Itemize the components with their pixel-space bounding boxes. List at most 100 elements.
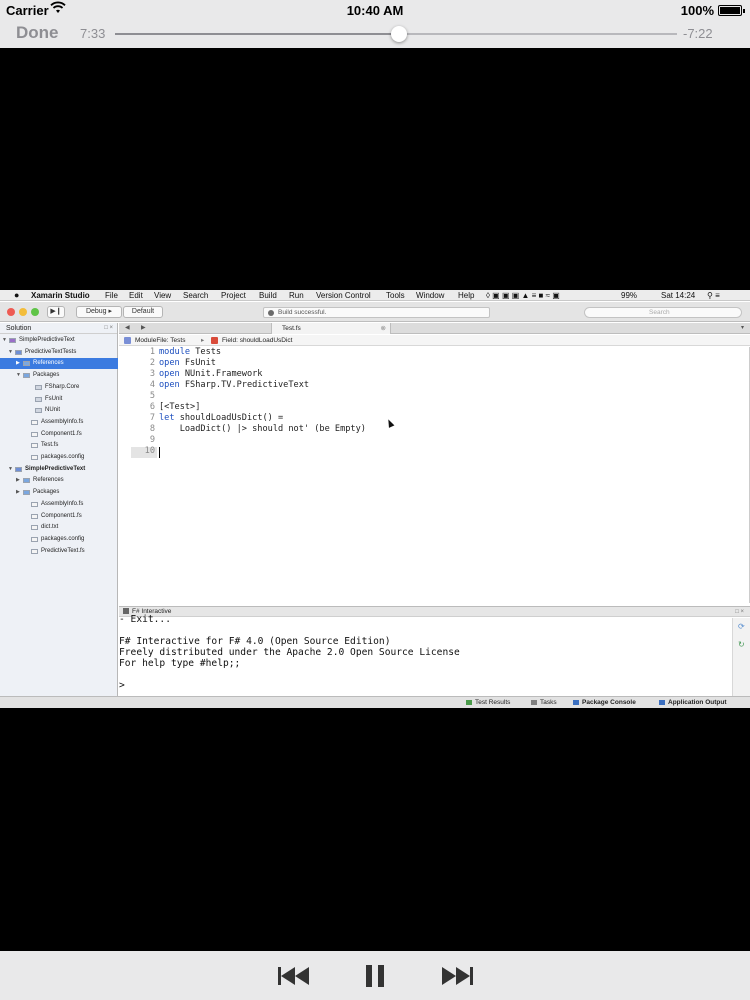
tree-item-label: packages.config xyxy=(41,454,85,460)
package-console-pad-button[interactable]: Package Console xyxy=(573,697,636,708)
spotlight-icon[interactable]: ⚲ ≡ xyxy=(707,291,720,300)
progress-thumb[interactable] xyxy=(391,26,408,42)
tree-item[interactable]: Component1.fs xyxy=(0,429,118,440)
menu-file[interactable]: File xyxy=(105,291,118,300)
folder-icon xyxy=(23,361,30,367)
expand-arrow-icon[interactable]: ▼ xyxy=(16,370,21,381)
menu-build[interactable]: Build xyxy=(259,291,277,300)
package-icon xyxy=(35,408,42,414)
menu-run[interactable]: Run xyxy=(289,291,304,300)
tree-item[interactable]: PredictiveText.fs xyxy=(0,546,118,557)
menu-search[interactable]: Search xyxy=(183,291,208,300)
collapse-arrow-icon[interactable]: ▶ xyxy=(16,475,20,486)
application-output-pad-button[interactable]: Application Output xyxy=(659,697,727,708)
code-text: open FsUnit xyxy=(159,358,216,368)
fsi-line: > xyxy=(119,680,125,691)
fsi-clear-icon[interactable]: ⟳ xyxy=(738,622,745,631)
menu-version-control[interactable]: Version Control xyxy=(316,291,371,300)
fsi-pad-controls[interactable]: □ × xyxy=(735,607,744,617)
code-editor[interactable]: 1 module Tests 2 open FsUnit 3 open NUnit.Fra… xyxy=(119,347,750,603)
menu-edit[interactable]: Edit xyxy=(129,291,143,300)
remaining-time: -7:22 xyxy=(683,26,713,41)
app-name: Xamarin Studio xyxy=(31,291,90,300)
code-text: LoadDict() |> should not' (be Empty) xyxy=(159,424,366,434)
tree-item[interactable]: ▶ Packages xyxy=(0,487,118,498)
code-text: open NUnit.Framework xyxy=(159,369,263,379)
tree-item[interactable]: dict.txt xyxy=(0,522,118,533)
expand-arrow-icon[interactable]: ▼ xyxy=(8,464,13,475)
tree-item-label: Packages xyxy=(33,489,60,496)
fast-forward-icon[interactable] xyxy=(440,963,474,989)
tree-item[interactable]: AssemblyInfo.fs xyxy=(0,417,118,428)
collapse-arrow-icon[interactable]: ▶ xyxy=(16,358,20,369)
tree-item[interactable]: ▶ References xyxy=(0,358,118,370)
config-selector[interactable]: Debug ▸ xyxy=(76,306,122,318)
rewind-icon[interactable] xyxy=(277,963,311,989)
target-selector[interactable]: Default xyxy=(123,306,163,318)
tree-item[interactable]: Test.fs xyxy=(0,440,118,451)
menu-project[interactable]: Project xyxy=(221,291,246,300)
nav-back-icon[interactable]: ◀ xyxy=(125,324,130,331)
tray-icons: ◊ ▣ ▣ ▣ ▲ ≡ ■ ≈ ▣ xyxy=(486,291,560,300)
pause-icon[interactable] xyxy=(364,963,386,989)
tree-item-label: NUnit xyxy=(45,407,61,414)
fsi-line: Freely distributed under the Apache 2.0 … xyxy=(119,647,460,658)
tasks-pad-button[interactable]: Tasks xyxy=(531,697,557,708)
fsi-reset-icon[interactable]: ↻ xyxy=(738,640,745,649)
package-icon xyxy=(35,384,42,390)
tree-item[interactable]: ▼ SimplePredictiveText xyxy=(0,335,118,346)
tree-item-label: packages.config xyxy=(41,535,85,542)
apple-icon: ● xyxy=(14,290,20,300)
breadcrumb: ModuleFile: Tests ▸ Field: shouldLoadUsD… xyxy=(119,335,750,346)
battery-percent: 100% xyxy=(680,3,714,18)
tree-item[interactable]: Component1.fs xyxy=(0,511,118,522)
breadcrumb-field[interactable]: Field: shouldLoadUsDict xyxy=(222,335,292,346)
menu-view[interactable]: View xyxy=(154,291,171,300)
solution-icon xyxy=(9,338,16,343)
tree-item[interactable]: ▼ Packages xyxy=(0,370,118,381)
file-icon xyxy=(31,525,38,531)
tab-close-icon[interactable]: ⊗ xyxy=(381,323,386,334)
test-results-pad-button[interactable]: Test Results xyxy=(466,697,510,708)
expand-arrow-icon[interactable]: ▼ xyxy=(8,347,13,358)
close-window-icon[interactable] xyxy=(7,308,15,316)
tree-item[interactable]: ▼ PredictiveTextTests xyxy=(0,347,118,358)
progress-fill xyxy=(115,33,400,35)
menu-help[interactable]: Help xyxy=(458,291,474,300)
nav-forward-icon[interactable]: ▶ xyxy=(141,324,146,331)
collapse-arrow-icon[interactable]: ▶ xyxy=(16,487,20,498)
run-button[interactable]: ▶❙ xyxy=(47,306,65,318)
tree-item[interactable]: NUnit xyxy=(0,405,118,416)
tab-test-fs[interactable]: Test.fs ⊗ xyxy=(271,323,391,334)
playback-controls xyxy=(0,951,750,1000)
solution-pad-title: Solution xyxy=(6,325,32,332)
progress-slider[interactable] xyxy=(115,26,677,42)
tree-item[interactable]: FSharp.Core xyxy=(0,382,118,393)
tree-item[interactable]: packages.config xyxy=(0,534,118,545)
tree-item[interactable]: FsUnit xyxy=(0,394,118,405)
package-console-label: Package Console xyxy=(582,699,636,706)
breadcrumb-module[interactable]: ModuleFile: Tests xyxy=(135,335,185,346)
tray-clock: Sat 14:24 xyxy=(661,291,696,300)
tree-item[interactable]: ▶ References xyxy=(0,475,118,486)
folder-icon xyxy=(23,373,30,379)
fsi-pad-header: F# Interactive □ × xyxy=(119,606,750,617)
tree-item[interactable]: AssemblyInfo.fs xyxy=(0,499,118,510)
solution-pad-header: Solution □ × xyxy=(0,323,117,334)
expand-arrow-icon[interactable]: ▼ xyxy=(2,335,7,346)
tab-overflow-icon[interactable]: ▾ xyxy=(741,324,744,331)
code-line: 5 xyxy=(119,391,719,402)
tray-battery: 99% xyxy=(621,291,638,300)
menu-window[interactable]: Window xyxy=(416,291,444,300)
tree-item[interactable]: ▼ SimplePredictiveText xyxy=(0,464,118,475)
line-number: 9 xyxy=(149,435,155,445)
minimize-window-icon[interactable] xyxy=(19,308,27,316)
ide-search-input[interactable]: Search xyxy=(584,307,742,318)
solution-pad: Solution □ × ▼ SimplePredictiveText ▼ Predi… xyxy=(0,323,118,696)
tree-item[interactable]: packages.config xyxy=(0,452,118,463)
fsi-console[interactable]: - Exit... F# Interactive for F# 4.0 (Open… xyxy=(119,614,732,696)
pad-controls[interactable]: □ × xyxy=(104,323,113,334)
done-button[interactable]: Done xyxy=(16,23,59,43)
zoom-window-icon[interactable] xyxy=(31,308,39,316)
menu-tools[interactable]: Tools xyxy=(386,291,405,300)
